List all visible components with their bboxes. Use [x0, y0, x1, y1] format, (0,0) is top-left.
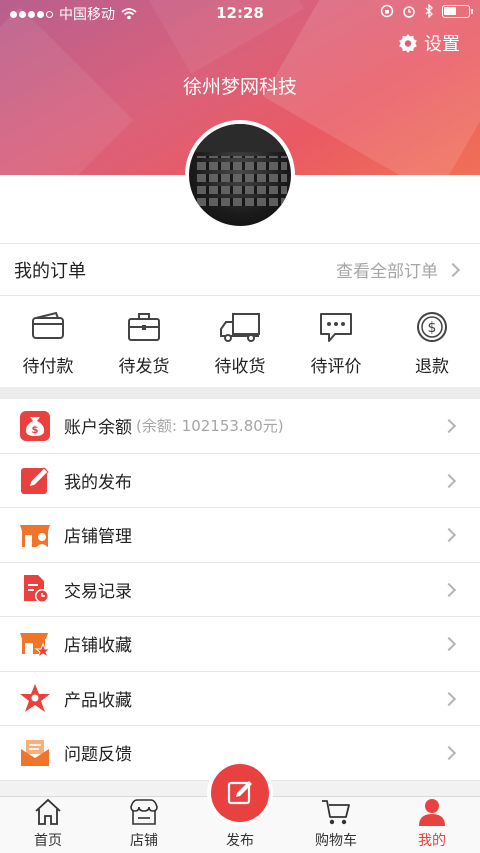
battery-icon — [442, 4, 473, 18]
store-manager-icon — [20, 524, 50, 549]
gear-icon — [399, 34, 417, 53]
rotation-lock-icon — [380, 4, 394, 18]
status-bar: 中国移动 12:28 — [0, 0, 480, 26]
svg-text:$: $ — [32, 425, 39, 436]
menu-item-label: 我的发布 — [64, 472, 132, 493]
tab-home[interactable]: 首页 — [0, 797, 96, 853]
chevron-right-icon — [441, 636, 457, 652]
menu-item-label: 店铺收藏 — [64, 636, 132, 657]
store-star-icon — [20, 632, 51, 658]
money-bag-icon: $ — [20, 410, 50, 441]
order-refund[interactable]: $ 退款 — [384, 296, 480, 388]
order-pending-payment[interactable]: 待付款 — [0, 296, 96, 388]
menu-item-label: 店铺管理 — [64, 527, 132, 548]
menu-item-my-posts[interactable]: 我的发布 — [0, 454, 480, 508]
shop-name: 徐州梦网科技 — [182, 76, 297, 98]
chevron-right-icon — [441, 527, 457, 543]
user-icon — [419, 799, 445, 826]
chevron-right-icon — [441, 418, 457, 434]
view-all-orders-label: 查看全部订单 — [336, 262, 438, 282]
order-pending-receipt[interactable]: 待收货 — [192, 296, 288, 388]
settings-label: 设置 — [424, 34, 460, 55]
orders-title: 我的订单 — [14, 260, 86, 282]
alarm-icon — [403, 6, 415, 18]
wallet-icon — [32, 311, 64, 339]
tab-me[interactable]: 我的 — [384, 797, 480, 853]
menu-item-label: 产品收藏 — [64, 690, 132, 711]
tab-shop[interactable]: 店铺 — [96, 797, 192, 853]
chevron-right-icon — [445, 262, 461, 277]
account-menu: $ 账户余额 (余额: 102153.80元) 我的发布 店铺管理 交易记录 店… — [0, 399, 480, 781]
order-status-label: 待发货 — [118, 357, 170, 377]
avatar[interactable] — [185, 120, 295, 230]
orders-section: 我的订单 查看全部订单 待付款 待发货 待收货 待评价 $ 退款 — [0, 243, 480, 388]
publish-button[interactable] — [207, 760, 273, 826]
order-pending-review[interactable]: 待评价 — [288, 296, 384, 388]
shop-icon — [130, 799, 158, 825]
tab-cart[interactable]: 购物车 — [288, 797, 384, 853]
tab-label: 店铺 — [130, 833, 158, 849]
bluetooth-icon — [425, 4, 433, 18]
dollar-coin-icon: $ — [417, 312, 447, 342]
publish-icon — [227, 781, 252, 805]
order-status-label: 待收货 — [214, 357, 266, 377]
menu-item-store-favorites[interactable]: 店铺收藏 — [0, 617, 480, 672]
cart-icon — [322, 800, 350, 825]
menu-item-label: 账户余额 — [64, 418, 132, 439]
comment-icon — [320, 313, 352, 342]
chevron-right-icon — [441, 473, 457, 488]
order-status-label: 退款 — [415, 357, 449, 377]
chevron-right-icon — [441, 582, 457, 597]
tab-label: 购物车 — [315, 833, 357, 849]
section-divider — [0, 387, 480, 399]
balance-amount: (余额: 102153.80元) — [136, 417, 284, 436]
orders-header[interactable]: 我的订单 查看全部订单 — [0, 244, 480, 296]
order-status-label: 待评价 — [310, 357, 362, 377]
briefcase-icon — [128, 313, 160, 341]
svg-text:$: $ — [428, 320, 437, 336]
record-clock-icon — [24, 575, 49, 604]
home-icon — [35, 798, 61, 825]
order-status-row: 待付款 待发货 待收货 待评价 $ 退款 — [0, 296, 480, 388]
menu-item-label: 交易记录 — [64, 581, 132, 602]
mail-feedback-icon — [21, 739, 49, 766]
menu-item-product-favorites[interactable]: 产品收藏 — [0, 672, 480, 726]
chevron-right-icon — [441, 691, 457, 706]
chevron-right-icon — [441, 745, 457, 761]
tab-label: 发布 — [226, 833, 254, 849]
menu-item-transactions[interactable]: 交易记录 — [0, 563, 480, 617]
star-icon — [20, 684, 50, 713]
view-all-orders-link[interactable]: 查看全部订单 — [336, 257, 461, 282]
settings-button[interactable]: 设置 — [398, 30, 460, 56]
order-status-label: 待付款 — [22, 357, 74, 377]
menu-item-account-balance[interactable]: $ 账户余额 (余额: 102153.80元) — [0, 399, 480, 454]
edit-icon — [21, 467, 49, 495]
truck-icon — [220, 313, 260, 342]
tab-label: 首页 — [34, 833, 62, 849]
order-pending-shipment[interactable]: 待发货 — [96, 296, 192, 388]
menu-item-store-management[interactable]: 店铺管理 — [0, 508, 480, 563]
menu-item-label: 问题反馈 — [64, 745, 132, 766]
tab-label: 我的 — [418, 833, 446, 849]
